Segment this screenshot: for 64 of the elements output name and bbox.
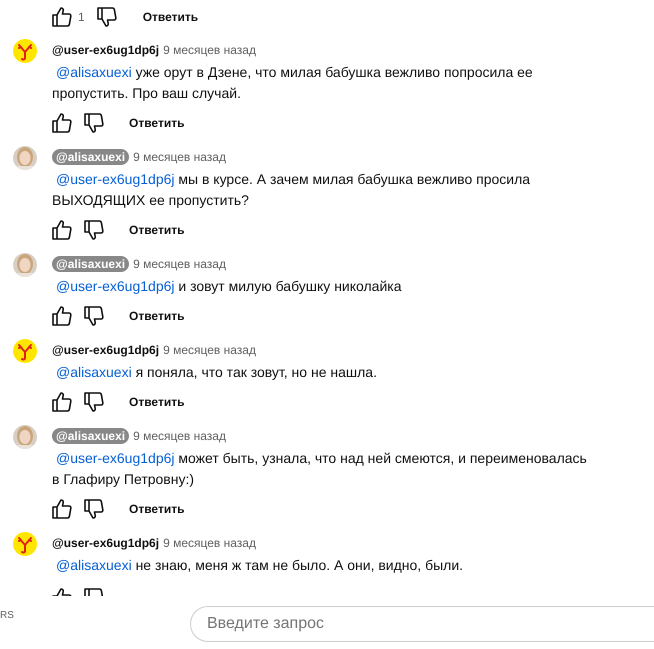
avatar-logo-icon[interactable] (13, 339, 37, 363)
thumbs-down-icon (84, 113, 104, 133)
thumbs-down-icon (84, 499, 104, 519)
comment-time[interactable]: 9 месяцев назад (163, 536, 256, 550)
dislike-button[interactable] (96, 7, 117, 27)
reply-button[interactable]: Ответить (142, 10, 198, 24)
comment-text: @alisaxuexi не знаю, меня ж там не было. А они, видно, были. (55, 556, 464, 575)
comment-time[interactable]: 9 месяцев назад (163, 43, 256, 57)
dislike-button[interactable] (84, 220, 104, 240)
comment-author[interactable]: @alisaxuexi (52, 256, 130, 272)
dislike-button[interactable] (84, 499, 104, 519)
mention-link[interactable]: @user-ex6ug1dp6j (56, 450, 175, 466)
mention-link[interactable]: @user-ex6ug1dp6j (56, 171, 175, 187)
thumbs-down-icon (84, 306, 104, 326)
avatar-logo-icon[interactable] (13, 39, 37, 63)
like-button[interactable] (52, 7, 72, 27)
reply-button[interactable]: Ответить (129, 309, 184, 323)
comment-text: @user-ex6ug1dp6j может быть, узнала, что над ней смеются, и переименовалась в Глафиру Петровну:) (52, 449, 588, 489)
like-button[interactable] (52, 499, 72, 519)
thumbs-up-icon (52, 113, 72, 133)
comment-time[interactable]: 9 месяцев назад (133, 257, 226, 271)
mention-link[interactable]: @alisaxuexi (56, 364, 132, 380)
thumbs-up-icon (52, 306, 72, 326)
comment-author[interactable]: @alisaxuexi (52, 428, 130, 444)
thumbs-up-icon (52, 220, 72, 240)
mention-link[interactable]: @alisaxuexi (56, 64, 132, 80)
thumbs-up-icon (52, 499, 72, 519)
dislike-button[interactable] (84, 306, 104, 326)
comment-author[interactable]: @user-ex6ug1dp6j (52, 43, 160, 57)
comment-time[interactable]: 9 месяцев назад (133, 150, 226, 164)
like-button[interactable] (52, 306, 72, 326)
comment-text: @alisaxuexi я поняла, что так зовут, но не нашла. (55, 363, 378, 382)
comment-text: @user-ex6ug1dp6j мы в курсе. А зачем милая бабушка вежливо просила ВЫХОДЯЩИХ ее пропустить? (52, 170, 532, 210)
like-button[interactable] (52, 588, 72, 596)
dislike-button[interactable] (84, 113, 104, 133)
dislike-button[interactable] (84, 392, 104, 412)
thumbs-down-icon (84, 392, 104, 412)
mention-link[interactable]: @alisaxuexi (56, 557, 132, 573)
comment-author[interactable]: @user-ex6ug1dp6j (52, 536, 160, 550)
like-count: 1 (78, 10, 85, 24)
reply-button[interactable]: Ответить (129, 395, 184, 409)
mention-link[interactable]: @user-ex6ug1dp6j (56, 278, 175, 294)
comment-author[interactable]: @user-ex6ug1dp6j (52, 343, 160, 357)
corner-label: RS (0, 610, 14, 621)
comment-time[interactable]: 9 месяцев назад (133, 429, 226, 443)
comment-time[interactable]: 9 месяцев назад (163, 343, 256, 357)
thumbs-down-icon (96, 7, 117, 27)
thumbs-up-icon (52, 588, 72, 596)
reply-button[interactable]: Ответить (129, 502, 184, 516)
avatar-logo-icon[interactable] (13, 532, 37, 556)
comment-text: @alisaxuexi уже орут в Дзене, что милая бабушка вежливо попросила ее пропустить. Про ваш случай. (52, 63, 534, 103)
reply-button[interactable]: Ответить (129, 223, 184, 237)
thumbs-down-icon (84, 220, 104, 240)
search-field[interactable]: Введите запрос (190, 606, 654, 642)
like-button[interactable] (52, 113, 72, 133)
comment-text: @user-ex6ug1dp6j и зовут милую бабушку николайка (55, 277, 403, 296)
like-button[interactable] (52, 392, 72, 412)
like-button[interactable] (52, 220, 72, 240)
reply-button[interactable]: Ответить (129, 116, 184, 130)
thumbs-up-icon (52, 7, 72, 27)
dislike-button[interactable] (84, 588, 104, 596)
thumbs-down-icon (84, 588, 104, 596)
comment-author[interactable]: @alisaxuexi (52, 149, 130, 165)
thumbs-up-icon (52, 392, 72, 412)
